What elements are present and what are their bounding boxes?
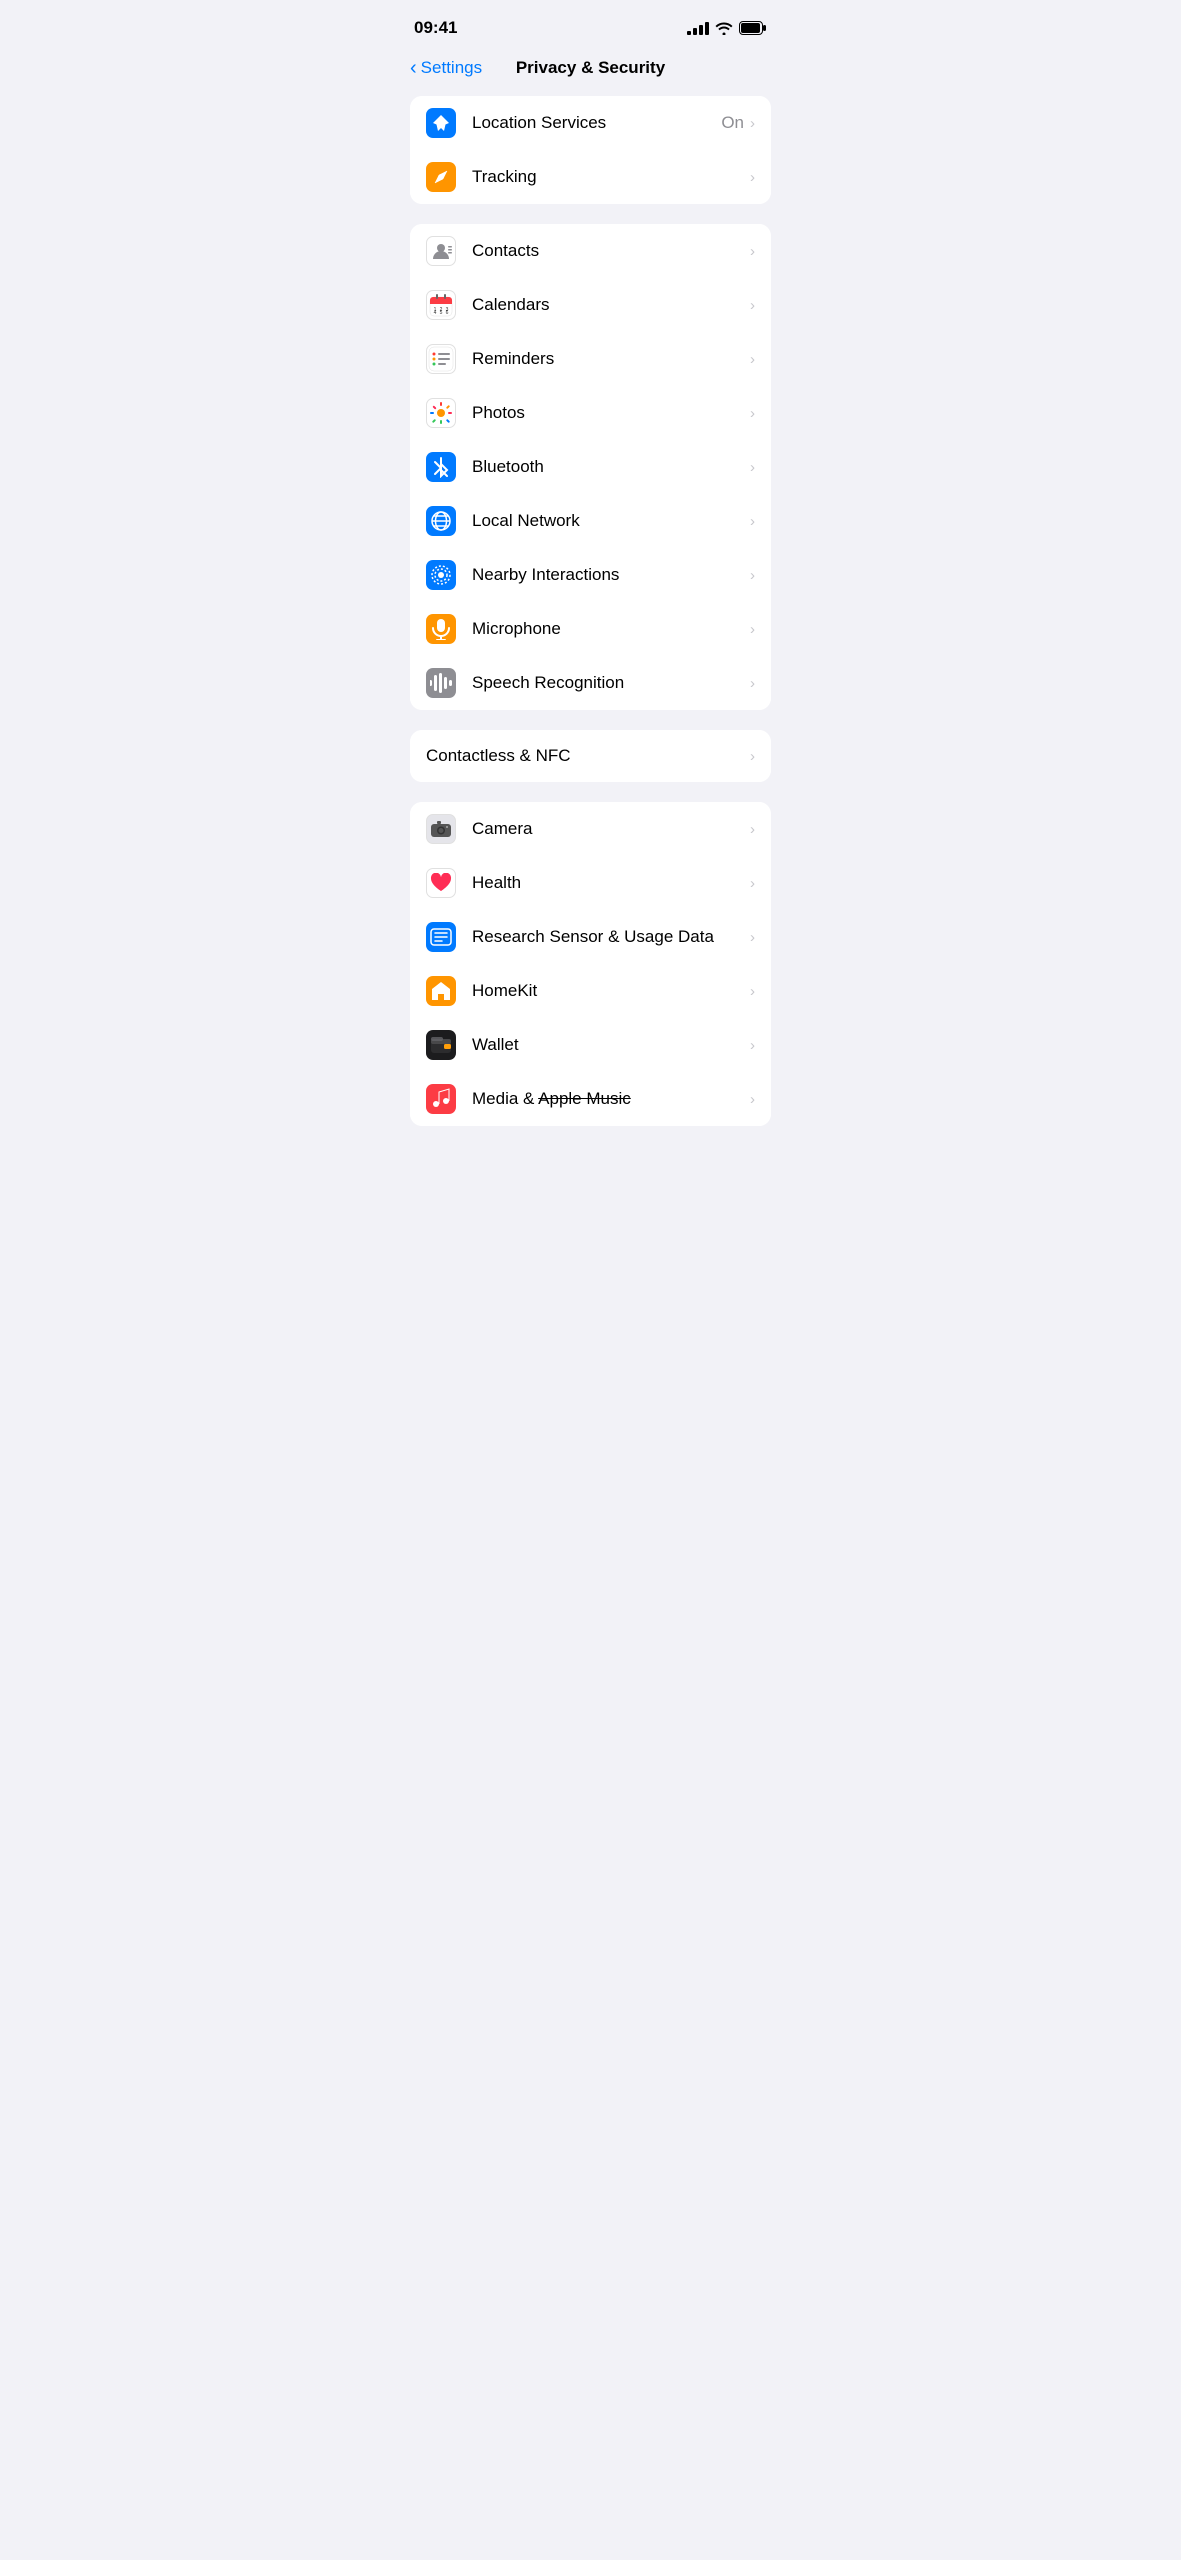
photos-chevron: ›: [750, 405, 755, 422]
row-speech-recognition[interactable]: Speech Recognition ›: [410, 656, 771, 710]
row-homekit[interactable]: HomeKit ›: [410, 964, 771, 1018]
row-camera[interactable]: Camera ›: [410, 802, 771, 856]
nearby-interactions-chevron: ›: [750, 567, 755, 584]
camera-label: Camera: [472, 819, 750, 839]
status-bar: 09:41: [394, 0, 787, 50]
row-local-network[interactable]: Local Network ›: [410, 494, 771, 548]
tracking-icon: [426, 162, 456, 192]
homekit-label: HomeKit: [472, 981, 750, 1001]
speech-recognition-label: Speech Recognition: [472, 673, 750, 693]
section-top: Location Services On › Tracking ›: [410, 96, 771, 204]
health-icon: [426, 868, 456, 898]
row-reminders[interactable]: Reminders ›: [410, 332, 771, 386]
media-music-label: Media & Apple Music: [472, 1089, 750, 1109]
media-music-icon: [426, 1084, 456, 1114]
bluetooth-chevron: ›: [750, 459, 755, 476]
homekit-chevron: ›: [750, 983, 755, 1000]
back-chevron-icon: ‹: [410, 58, 417, 78]
nfc-label: Contactless & NFC: [426, 746, 750, 766]
wifi-icon: [715, 21, 733, 35]
local-network-label: Local Network: [472, 511, 750, 531]
reminders-label: Reminders: [472, 349, 750, 369]
status-icons: [687, 21, 767, 35]
location-services-icon: [426, 108, 456, 138]
row-contacts[interactable]: Contacts ›: [410, 224, 771, 278]
back-button[interactable]: ‹ Settings: [410, 58, 482, 78]
location-services-value: On: [721, 113, 744, 133]
reminders-chevron: ›: [750, 351, 755, 368]
local-network-icon: [426, 506, 456, 536]
page-title: Privacy & Security: [516, 58, 665, 78]
wallet-chevron: ›: [750, 1037, 755, 1054]
microphone-label: Microphone: [472, 619, 750, 639]
calendars-chevron: ›: [750, 297, 755, 314]
content: Location Services On › Tracking ›: [394, 90, 787, 1176]
media-music-chevron: ›: [750, 1091, 755, 1108]
contacts-label: Contacts: [472, 241, 750, 261]
microphone-chevron: ›: [750, 621, 755, 638]
section-permissions: Contacts › 123 456 Calendars ›: [410, 224, 771, 710]
speech-recognition-icon: [426, 668, 456, 698]
svg-text:6: 6: [446, 310, 449, 316]
row-calendars[interactable]: 123 456 Calendars ›: [410, 278, 771, 332]
research-chevron: ›: [750, 929, 755, 946]
row-photos[interactable]: Photos ›: [410, 386, 771, 440]
row-research[interactable]: Research Sensor & Usage Data ›: [410, 910, 771, 964]
tracking-chevron: ›: [750, 169, 755, 186]
speech-recognition-chevron: ›: [750, 675, 755, 692]
contacts-icon: [426, 236, 456, 266]
row-location-services[interactable]: Location Services On ›: [410, 96, 771, 150]
battery-icon: [739, 21, 767, 35]
tracking-label: Tracking: [472, 167, 750, 187]
svg-text:4: 4: [434, 310, 437, 316]
row-microphone[interactable]: Microphone ›: [410, 602, 771, 656]
row-nearby-interactions[interactable]: Nearby Interactions ›: [410, 548, 771, 602]
row-bluetooth[interactable]: Bluetooth ›: [410, 440, 771, 494]
photos-label: Photos: [472, 403, 750, 423]
bluetooth-icon: [426, 452, 456, 482]
local-network-chevron: ›: [750, 513, 755, 530]
calendars-icon: 123 456: [426, 290, 456, 320]
section-bottom: Camera › Health › Researc: [410, 802, 771, 1126]
camera-chevron: ›: [750, 821, 755, 838]
section-nfc: Contactless & NFC ›: [410, 730, 771, 782]
wallet-label: Wallet: [472, 1035, 750, 1055]
contacts-chevron: ›: [750, 243, 755, 260]
row-nfc[interactable]: Contactless & NFC ›: [410, 730, 771, 782]
microphone-icon: [426, 614, 456, 644]
location-services-chevron: ›: [750, 115, 755, 132]
nearby-interactions-icon: [426, 560, 456, 590]
bluetooth-label: Bluetooth: [472, 457, 750, 477]
location-services-label: Location Services: [472, 113, 721, 133]
photos-icon: [426, 398, 456, 428]
row-wallet[interactable]: Wallet ›: [410, 1018, 771, 1072]
reminders-icon: [426, 344, 456, 374]
signal-icon: [687, 21, 709, 35]
back-label: Settings: [421, 58, 482, 78]
research-label: Research Sensor & Usage Data: [472, 927, 750, 947]
health-label: Health: [472, 873, 750, 893]
nfc-chevron: ›: [750, 748, 755, 765]
camera-icon: [426, 814, 456, 844]
row-tracking[interactable]: Tracking ›: [410, 150, 771, 204]
homekit-icon: [426, 976, 456, 1006]
svg-text:5: 5: [440, 310, 443, 316]
wallet-icon: [426, 1030, 456, 1060]
nav-bar: ‹ Settings Privacy & Security: [394, 50, 787, 90]
row-health[interactable]: Health ›: [410, 856, 771, 910]
calendars-label: Calendars: [472, 295, 750, 315]
research-icon: [426, 922, 456, 952]
row-media-music[interactable]: Media & Apple Music ›: [410, 1072, 771, 1126]
nearby-interactions-label: Nearby Interactions: [472, 565, 750, 585]
status-time: 09:41: [414, 18, 457, 38]
health-chevron: ›: [750, 875, 755, 892]
